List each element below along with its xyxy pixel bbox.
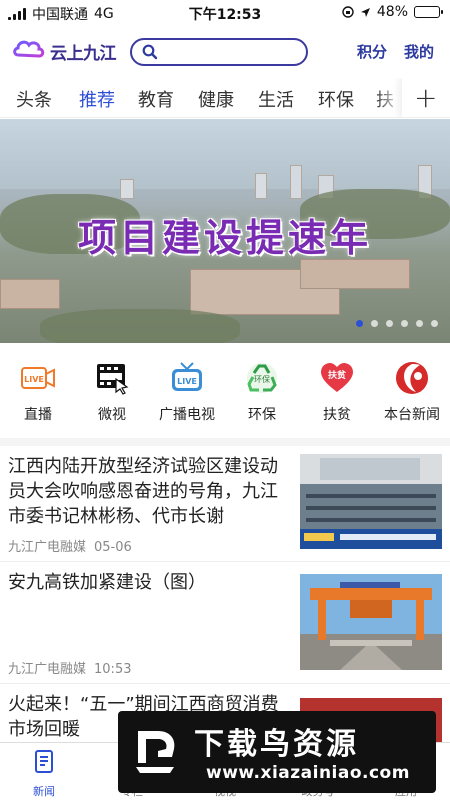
shortcut-label: 直播: [24, 407, 52, 423]
logo-text: 云上九江: [50, 43, 117, 64]
news-icon: [35, 750, 53, 773]
carousel-dot[interactable]: [356, 320, 363, 327]
add-channel-button[interactable]: +: [402, 78, 450, 117]
news-title: 江西内陆开放型经济试验区建设动员大会吹响感恩奋进的号角，九江市委书记林彬杨、代市…: [8, 456, 278, 527]
shortcut-label: 微视: [98, 407, 126, 423]
app-logo[interactable]: 云上九江: [12, 37, 117, 65]
status-bar: 中国联通 4G 下午12:53 48%: [0, 0, 450, 26]
carousel-dot[interactable]: [401, 320, 408, 327]
tab-recommend[interactable]: 推荐: [79, 86, 115, 112]
shortcut-label: 本台新闻: [384, 407, 440, 423]
svg-text:LIVE: LIVE: [24, 375, 44, 384]
tab-life[interactable]: 生活: [258, 86, 294, 112]
news-meta: 九江广电融媒 05-06: [8, 536, 132, 555]
news-item[interactable]: 江西内陆开放型经济试验区建设动员大会吹响感恩奋进的号角，九江市委书记林彬杨、代市…: [0, 446, 450, 562]
news-source: 九江广电融媒: [8, 540, 87, 555]
bird-logo-icon: [136, 731, 175, 773]
section-divider: [0, 438, 450, 446]
news-thumbnail: [300, 574, 442, 670]
nav-news[interactable]: 新闻: [4, 749, 84, 799]
location-icon: [360, 7, 370, 17]
cloud-logo-icon: [13, 40, 45, 61]
shortcut-station-news[interactable]: 本台新闻: [372, 360, 450, 424]
shortcut-micro-video[interactable]: 微视: [72, 360, 152, 424]
tab-environment[interactable]: 环保: [318, 86, 354, 112]
carousel-dot[interactable]: [386, 320, 393, 327]
banner-building: [300, 259, 410, 289]
news-item[interactable]: 安九高铁加紧建设（图） 九江广电融媒 10:53: [0, 562, 450, 684]
carousel-dot[interactable]: [431, 320, 438, 327]
shortcut-live[interactable]: LIVE 直播: [0, 360, 78, 424]
station-logo-icon: [396, 362, 428, 394]
railway-construction-photo: [300, 574, 442, 670]
battery-icon: [414, 6, 443, 18]
carousel-dot[interactable]: [371, 320, 378, 327]
search-bar[interactable]: [130, 38, 308, 66]
recycle-icon: 环保: [247, 363, 277, 393]
svg-text:扶贫: 扶贫: [328, 369, 347, 381]
poverty-relief-heart-icon: 扶贫: [321, 363, 353, 392]
banner-carousel[interactable]: 项目建设提速年: [0, 119, 450, 343]
carousel-dots: [356, 320, 438, 327]
nav-label: 新闻: [33, 785, 55, 798]
banner-trees: [40, 309, 240, 343]
shortcut-label: 广播电视: [159, 407, 215, 423]
svg-text:LIVE: LIVE: [177, 377, 197, 386]
points-link[interactable]: 积分: [357, 41, 387, 62]
search-input[interactable]: [164, 42, 302, 62]
shortcut-poverty-relief[interactable]: 扶贫 扶贫: [297, 360, 377, 424]
mine-link[interactable]: 我的: [404, 41, 434, 62]
live-tv-icon: LIVE: [172, 362, 202, 391]
shortcut-environment[interactable]: 环保 环保: [222, 360, 302, 424]
tab-health[interactable]: 健康: [198, 86, 234, 112]
banner-title: 项目建设提速年: [77, 216, 372, 260]
svg-text:环保: 环保: [254, 374, 270, 384]
conference-photo: [300, 454, 442, 549]
search-icon: [142, 44, 158, 60]
banner-building: [0, 279, 60, 309]
shortcut-grid: LIVE 直播 微视 LIVE 广播电视 环保 环保 扶贫 扶贫 本台新闻: [0, 352, 450, 430]
channel-tabs: 头条 推荐 教育 健康 生活 环保 扶 +: [0, 78, 450, 118]
tab-education[interactable]: 教育: [138, 86, 174, 112]
news-title: 安九高铁加紧建设（图）: [8, 572, 206, 593]
live-camera-icon: LIVE: [21, 367, 55, 389]
watermark-url: www.xiazainiao.com: [206, 763, 410, 783]
watermark-title: 下载鸟资源: [194, 727, 359, 762]
app-header: 云上九江 积分 我的: [0, 28, 450, 76]
watermark-overlay: 下载鸟资源 www.xiazainiao.com: [118, 711, 436, 793]
news-source: 九江广电融媒: [8, 662, 87, 677]
shortcut-label: 环保: [248, 407, 276, 423]
news-time: 05-06: [94, 540, 132, 555]
plus-icon: +: [414, 81, 438, 114]
carousel-dot[interactable]: [416, 320, 423, 327]
news-time: 10:53: [94, 662, 132, 677]
battery-percent: 48%: [376, 4, 408, 20]
video-clapper-icon: [97, 364, 129, 395]
rotation-lock-icon: [342, 6, 354, 18]
shortcut-label: 扶贫: [323, 407, 351, 423]
tab-toutiao[interactable]: 头条: [16, 86, 52, 112]
news-meta: 九江广电融媒 10:53: [8, 658, 131, 677]
shortcut-broadcast-tv[interactable]: LIVE 广播电视: [147, 360, 227, 424]
tabs-fade: [376, 78, 402, 117]
news-thumbnail: [300, 454, 442, 549]
